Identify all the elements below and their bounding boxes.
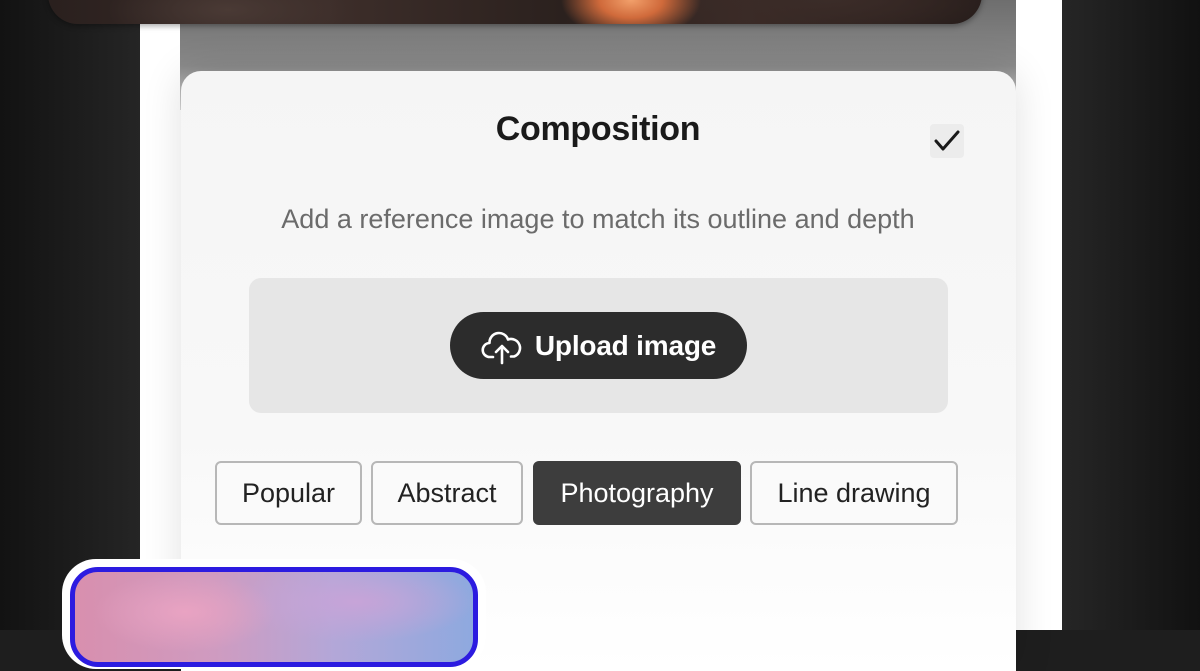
filter-chip-photography[interactable]: Photography <box>533 461 741 525</box>
upload-image-button[interactable]: Upload image <box>450 312 747 379</box>
confirm-button[interactable] <box>930 124 964 158</box>
backdrop-right <box>1062 0 1200 630</box>
checkmark-icon <box>932 126 962 156</box>
backdrop-left <box>0 0 140 630</box>
upload-image-label: Upload image <box>534 329 717 361</box>
panel-description: Add a reference image to match its outli… <box>281 204 915 234</box>
filter-chip-line-drawing[interactable]: Line drawing <box>750 461 958 525</box>
panel-title: Composition <box>495 110 701 148</box>
reference-thumbnail[interactable] <box>70 567 478 667</box>
cloud-upload-icon <box>481 327 523 365</box>
filter-chip-popular[interactable]: Popular <box>215 461 362 525</box>
filter-chip-abstract[interactable]: Abstract <box>371 461 523 525</box>
generated-image-preview[interactable] <box>48 0 982 24</box>
